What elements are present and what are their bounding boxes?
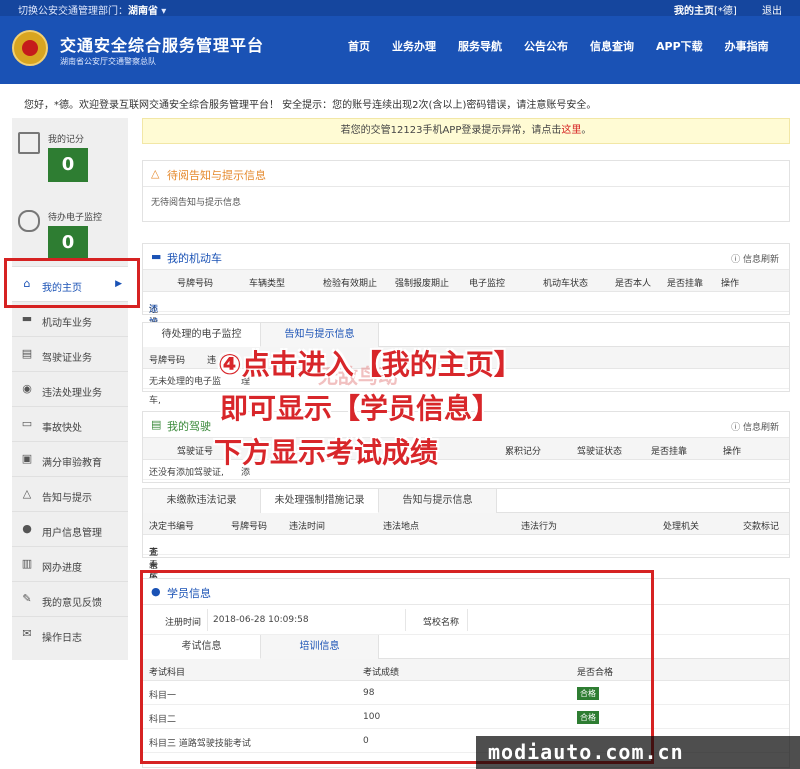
- nav-app-download[interactable]: APP下载: [656, 38, 703, 54]
- sidebar-item-violation[interactable]: ◉ 违法处理业务: [12, 371, 128, 406]
- vehicle-empty-row: 还没有绑定机动车,添加机动车: [143, 292, 789, 406]
- sidebar-item-accident[interactable]: ▭ 事故快处: [12, 406, 128, 441]
- instruction-overlay: ④点击进入【我的主页】 即可显示【学员信息】 下方显示考试成绩: [214, 343, 522, 475]
- license-refresh-button[interactable]: ⓘ 信息刷新: [731, 420, 779, 433]
- pass-badge: 合格: [577, 687, 599, 700]
- table-row: 科目一 98 合格: [143, 681, 789, 705]
- license-panel-title: 我的驾驶: [167, 420, 211, 433]
- nav-service-guide[interactable]: 服务导航: [458, 38, 502, 54]
- sidebar-item-license[interactable]: ▤ 驾驶证业务: [12, 336, 128, 371]
- car-icon: ▬: [151, 250, 162, 263]
- welcome-message: 您好，*德。欢迎登录互联网交通安全综合服务管理平台！ 安全提示：您的账号连续出现…: [24, 100, 597, 111]
- car-icon: ▬: [21, 312, 33, 325]
- sidebar: 我的记分 0 待办电子监控 0 ⌂ 我的主页 ▶ ▬ 机动车业务 ▤ 驾驶证业务…: [12, 118, 128, 660]
- instruction-line-2: 即可显示【学员信息】: [220, 392, 501, 425]
- sidebar-item-log[interactable]: ✉ 操作日志: [12, 616, 128, 651]
- vehicle-refresh-button[interactable]: ⓘ 信息刷新: [731, 252, 779, 265]
- violation-panel: 未缴款违法记录 未处理强制措施记录 告知与提示信息 决定书编号 号牌号码 违法时…: [142, 488, 790, 649]
- violation-table-header: 决定书编号 号牌号码 违法时间 违法地点 违法行为 处理机关 交款标记: [143, 513, 789, 535]
- user-icon: ●: [22, 522, 32, 535]
- instruction-line-1: ④点击进入【我的主页】: [218, 348, 522, 381]
- vehicle-table-header: 号牌号码 车辆类型 检验有效期止 强制报废期止 电子监控 机动车状态 是否本人 …: [143, 270, 789, 292]
- tab-training-info[interactable]: 培训信息: [261, 635, 379, 659]
- site-subtitle: 湖南省公安厅交通警察总队: [60, 57, 156, 66]
- nav-business[interactable]: 业务办理: [392, 38, 436, 54]
- pending-panel-title: 待阅告知与提示信息: [167, 169, 266, 182]
- tab-enforcement-records[interactable]: 未处理强制措施记录: [261, 489, 379, 513]
- nav-info-query[interactable]: 信息查询: [590, 38, 634, 54]
- pass-badge: 合格: [577, 711, 599, 724]
- nav-guide[interactable]: 办事指南: [725, 38, 769, 54]
- camera-icon: ◉: [22, 382, 32, 395]
- vehicle-panel: ▬ 我的机动车 ⓘ 信息刷新 号牌号码 车辆类型 检验有效期止 强制报废期止 电…: [142, 243, 790, 406]
- notice-banner: 若您的交管12123手机APP登录提示异常，请点击这里。: [142, 118, 790, 144]
- watermark-site: modiauto.com.cn: [476, 736, 800, 769]
- vehicle-panel-title: 我的机动车: [167, 252, 222, 265]
- site-header: 切换公安交通管理部门：湖南省 ▾ 我的主页[*德] 退出 交通安全综合服务管理平…: [0, 0, 800, 84]
- highlight-box-my-home: [4, 258, 140, 308]
- pending-notice-panel: △ 待阅告知与提示信息 无待阅告知与提示信息: [142, 160, 790, 222]
- registration-time: 2018-06-28 10:09:58: [213, 615, 309, 625]
- points-document-icon: [18, 132, 40, 154]
- main-nav: 首页 业务办理 服务导航 公告公布 信息查询 APP下载 办事指南: [348, 38, 769, 54]
- sidebar-item-progress[interactable]: ▥ 网办进度: [12, 546, 128, 581]
- license-icon: ▤: [21, 347, 33, 360]
- violation-empty-row: 无未处理违法记录,查看历史违法记录: [143, 535, 789, 649]
- tab-violation-notice[interactable]: 告知与提示信息: [379, 489, 497, 513]
- sidebar-item-user-info[interactable]: ● 用户信息管理: [12, 511, 128, 546]
- sidebar-item-feedback[interactable]: ✎ 我的意见反馈: [12, 581, 128, 616]
- exam-score: 0: [363, 736, 369, 746]
- license-icon: ▤: [151, 418, 162, 431]
- site-title[interactable]: 交通安全综合服务管理平台: [60, 32, 264, 56]
- bell-icon: △: [22, 487, 32, 500]
- exam-tabs: 考试信息 培训信息: [143, 635, 789, 659]
- top-links: 我的主页[*德] 退出: [652, 2, 782, 17]
- sidebar-item-education[interactable]: ▣ 满分审验教育: [12, 441, 128, 476]
- points-count: 0: [48, 148, 88, 182]
- exam-score: 100: [363, 712, 381, 722]
- camera-monitor-icon: [18, 210, 40, 232]
- tab-unpaid-violation[interactable]: 未缴款违法记录: [143, 489, 261, 513]
- exam-table-header: 考试科目 考试成绩 是否合格: [143, 659, 789, 681]
- bell-icon: △: [151, 167, 160, 180]
- log-icon: ✉: [22, 627, 32, 640]
- student-info-row: 注册时间 2018-06-28 10:09:58 驾校名称: [143, 605, 789, 635]
- sidebar-card-points[interactable]: 我的记分 0: [12, 118, 128, 196]
- tab-exam-info[interactable]: 考试信息: [143, 635, 261, 659]
- police-emblem-icon: [12, 30, 48, 66]
- department-switcher[interactable]: 切换公安交通管理部门：湖南省 ▾: [18, 2, 166, 17]
- instruction-line-3: 下方显示考试成绩: [214, 436, 439, 469]
- progress-icon: ▥: [21, 557, 33, 570]
- feedback-icon: ✎: [22, 592, 32, 605]
- pending-empty-text: 无待阅告知与提示信息: [151, 198, 242, 208]
- top-bar: 切换公安交通管理部门：湖南省 ▾ 我的主页[*德] 退出: [0, 0, 800, 17]
- nav-announcements[interactable]: 公告公布: [524, 38, 568, 54]
- user-icon: ●: [151, 585, 161, 598]
- logout-link[interactable]: 退出: [762, 6, 782, 17]
- my-home-link[interactable]: 我的主页[*德]: [674, 6, 737, 17]
- exam-score: 98: [363, 688, 375, 698]
- monitor-count: 0: [48, 226, 88, 260]
- nav-home[interactable]: 首页: [348, 38, 370, 54]
- education-icon: ▣: [21, 452, 33, 465]
- notice-here-link[interactable]: 这里: [561, 125, 581, 136]
- accident-icon: ▭: [21, 417, 33, 430]
- table-row: 科目二 100 合格: [143, 705, 789, 729]
- student-panel-title: 学员信息: [167, 587, 211, 600]
- violation-tabs: 未缴款违法记录 未处理强制措施记录 告知与提示信息: [143, 489, 789, 513]
- chevron-down-icon: ▾: [161, 6, 167, 17]
- sidebar-item-notice[interactable]: △ 告知与提示: [12, 476, 128, 511]
